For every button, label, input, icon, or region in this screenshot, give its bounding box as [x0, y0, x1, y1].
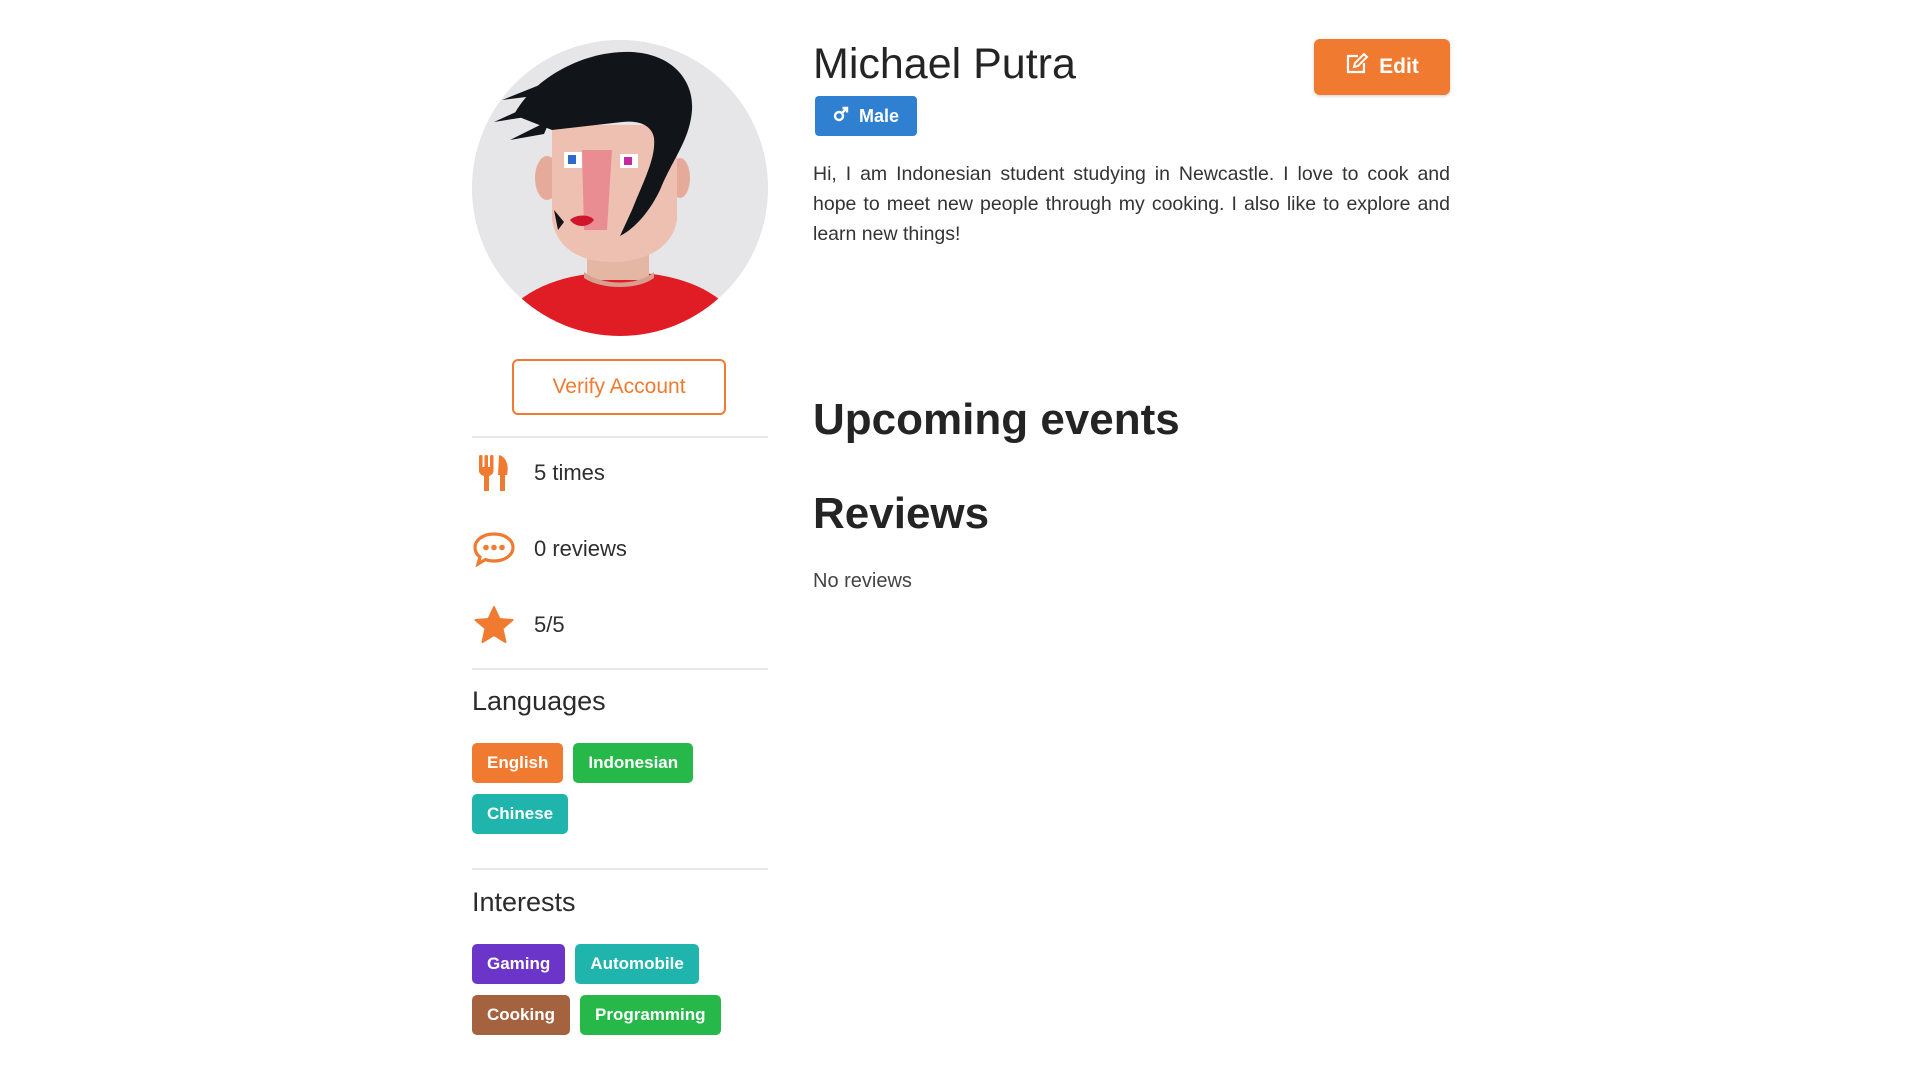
edit-label: Edit [1379, 55, 1419, 78]
divider [472, 868, 768, 870]
languages-tags: English Indonesian Chinese [472, 743, 768, 834]
male-icon [833, 106, 849, 127]
star-icon [472, 603, 516, 647]
tag-cooking: Cooking [472, 995, 570, 1035]
edit-button[interactable]: Edit [1314, 39, 1450, 95]
stat-events: 5 times [472, 451, 605, 495]
divider [472, 436, 768, 438]
comments-icon [472, 527, 516, 571]
tag-gaming: Gaming [472, 944, 566, 984]
interests-title: Interests [472, 887, 576, 917]
upcoming-events-heading: Upcoming events [813, 395, 1180, 444]
divider [472, 668, 768, 670]
tag-automobile: Automobile [575, 944, 699, 984]
gender-label: Male [858, 105, 900, 126]
utensils-icon [472, 451, 516, 495]
verify-account-button[interactable]: Verify Account [512, 359, 726, 415]
events-count: 5 times [534, 460, 605, 485]
tag-chinese: Chinese [472, 794, 569, 834]
stat-rating: 5/5 [472, 603, 565, 647]
no-reviews-text: No reviews [813, 570, 912, 592]
reviews-count: 0 reviews [534, 536, 627, 561]
edit-icon [1345, 52, 1369, 81]
rating-value: 5/5 [534, 612, 565, 637]
avatar [472, 40, 768, 336]
interests-tags: Gaming Automobile Cooking Programming [472, 944, 768, 1035]
languages-title: Languages [472, 686, 606, 716]
tag-indonesian: Indonesian [573, 743, 694, 783]
tag-programming: Programming [580, 995, 721, 1035]
avatar-illustration [472, 40, 768, 336]
gender-badge: Male [815, 96, 917, 136]
profile-name: Michael Putra [813, 40, 1076, 88]
stat-reviews: 0 reviews [472, 527, 627, 571]
profile-bio: Hi, I am Indonesian student studying in … [813, 163, 1450, 245]
reviews-heading: Reviews [813, 489, 990, 538]
tag-english: English [472, 743, 564, 783]
